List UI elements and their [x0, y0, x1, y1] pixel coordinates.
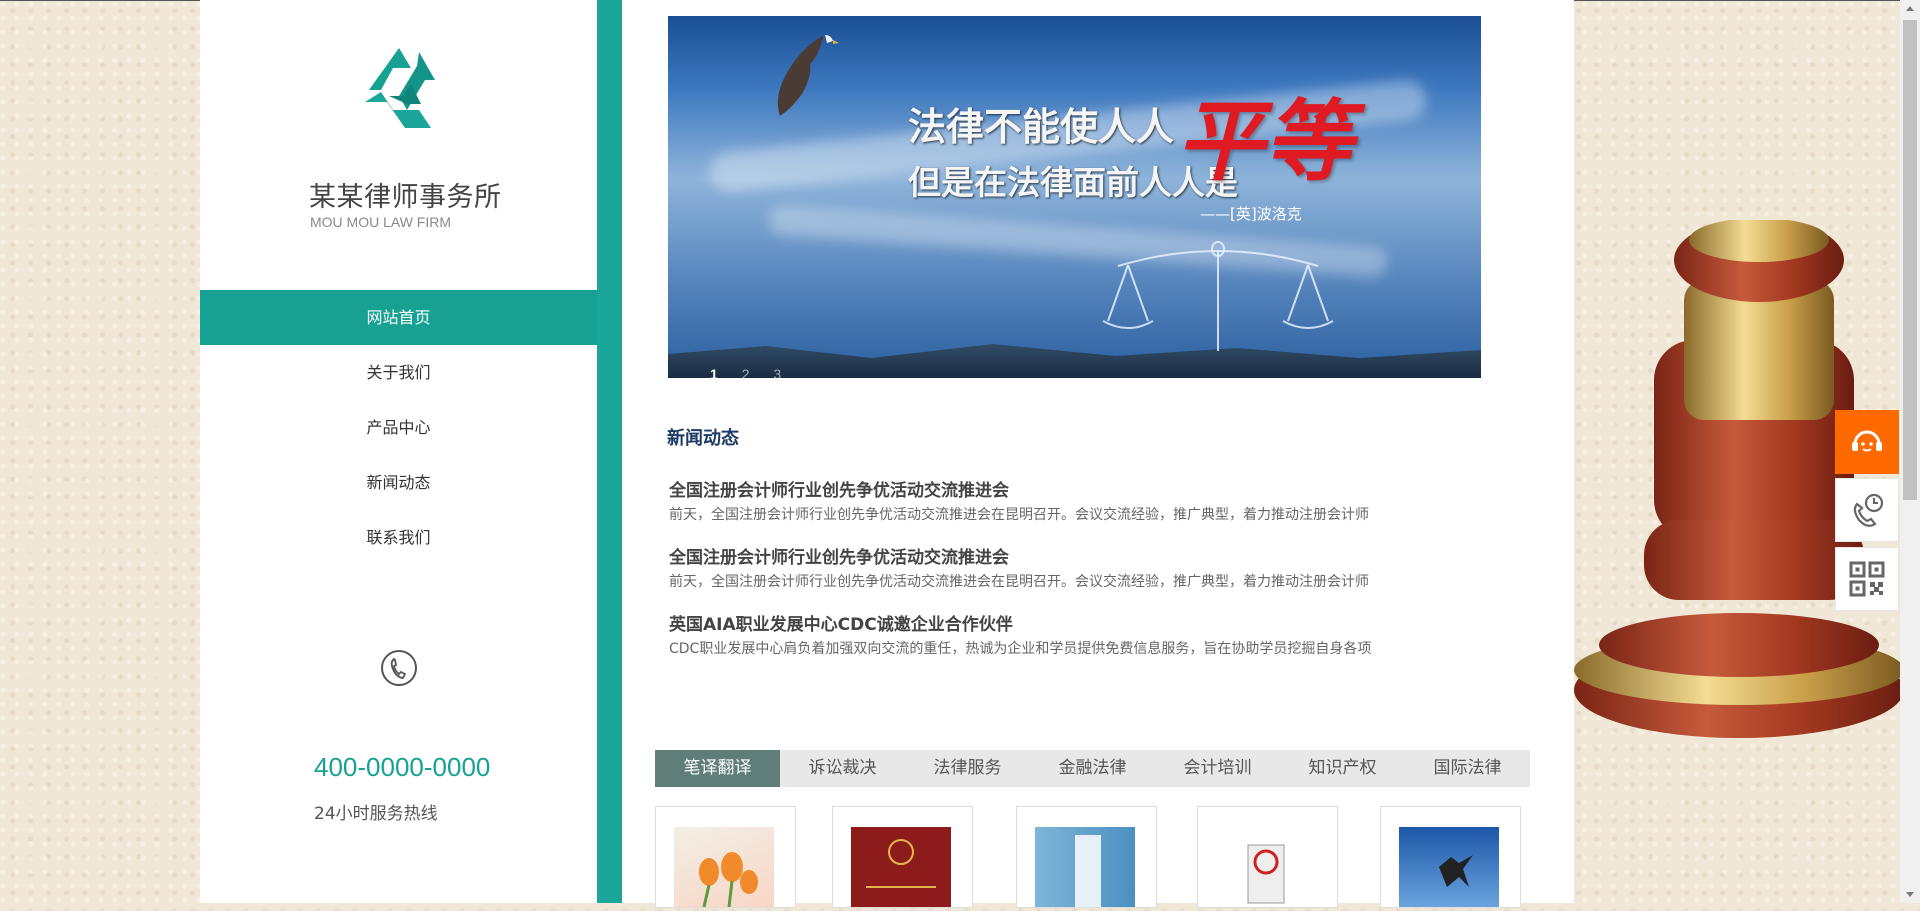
banner-pagination: 1 2 3: [710, 366, 801, 382]
tab-legal-service[interactable]: 法律服务: [905, 750, 1030, 787]
eagle-icon: [777, 35, 839, 116]
customer-service-icon: [1852, 430, 1882, 452]
product-card[interactable]: [1380, 806, 1521, 908]
news-item: 全国注册会计师行业创先争优活动交流推进会 前天，全国注册会计师行业创先争优活动交…: [669, 478, 1429, 545]
news-item-title[interactable]: 英国AIA职业发展中心CDC诚邀企业合作伙伴: [669, 612, 1429, 638]
hero-banner[interactable]: 法律不能使人人 但是在法律面前人人是 平等 ——[英]波洛克: [668, 16, 1481, 378]
brand-name: 某某律师事务所: [309, 182, 502, 213]
scrollbar-thumb[interactable]: [1903, 20, 1917, 500]
main-nav: 网站首页 关于我们 产品中心 新闻动态 联系我们: [200, 290, 597, 565]
online-service-button[interactable]: [1835, 410, 1899, 474]
product-image: [674, 827, 774, 908]
banner-quote-author: ——[英]波洛克: [1200, 205, 1302, 223]
product-card[interactable]: [1197, 806, 1338, 908]
nav-item-home[interactable]: 网站首页: [200, 290, 597, 345]
firm-logo-icon[interactable]: [359, 44, 439, 130]
product-tabs: 笔译翻译 诉讼裁决 法律服务 金融法律 会计培训 知识产权 国际法律: [655, 750, 1530, 787]
news-item-title[interactable]: 全国注册会计师行业创先争优活动交流推进会: [669, 545, 1429, 571]
banner-dot-1[interactable]: 1: [710, 366, 718, 382]
product-card[interactable]: [832, 806, 973, 908]
banner-highlight: 平等: [1176, 89, 1353, 193]
qr-code-icon: [1849, 561, 1885, 597]
tab-intellectual-property[interactable]: 知识产权: [1280, 750, 1405, 787]
news-item-desc: CDC职业发展中心肩负着加强双向交流的重任，热诚为企业和学员提供免费信息服务，旨…: [669, 641, 1372, 657]
news-item-desc: 前天，全国注册会计师行业创先争优活动交流推进会在昆明召开。会议交流经验，推广典型…: [669, 574, 1369, 590]
nav-item-products[interactable]: 产品中心: [200, 400, 597, 455]
product-card[interactable]: [1016, 806, 1157, 908]
tab-translation[interactable]: 笔译翻译: [655, 750, 780, 787]
tab-international-law[interactable]: 国际法律: [1405, 750, 1530, 787]
phone-icon: [381, 650, 417, 686]
product-card[interactable]: [655, 806, 796, 908]
scroll-down-icon[interactable]: [1900, 885, 1920, 903]
news-section-title: 新闻动态: [667, 428, 739, 449]
tab-finance-law[interactable]: 金融法律: [1030, 750, 1155, 787]
sidebar-accent-stripe: [597, 0, 622, 903]
product-image: [1035, 827, 1135, 907]
banner-dot-2[interactable]: 2: [742, 366, 750, 382]
news-item-title[interactable]: 全国注册会计师行业创先争优活动交流推进会: [669, 478, 1429, 504]
nav-item-contact[interactable]: 联系我们: [200, 510, 597, 565]
phone-hours-button[interactable]: [1835, 478, 1899, 542]
brand-english-name: MOU MOU LAW FIRM: [310, 214, 452, 230]
banner-dot-3[interactable]: 3: [773, 366, 781, 382]
product-image: [1399, 827, 1499, 907]
vertical-scrollbar[interactable]: [1900, 0, 1920, 903]
phone-clock-icon: [1853, 493, 1884, 527]
banner-line-1: 法律不能使人人: [908, 105, 1175, 149]
product-grid: [655, 806, 1530, 908]
news-item-desc: 前天，全国注册会计师行业创先争优活动交流推进会在昆明召开。会议交流经验，推广典型…: [669, 507, 1369, 523]
hotline-number: 400-0000-0000: [314, 752, 491, 782]
nav-item-news[interactable]: 新闻动态: [200, 455, 597, 510]
nav-item-about[interactable]: 关于我们: [200, 345, 597, 400]
qr-code-button[interactable]: [1835, 547, 1899, 611]
product-image: [851, 827, 951, 907]
news-item: 全国注册会计师行业创先争优活动交流推进会 前天，全国注册会计师行业创先争优活动交…: [669, 545, 1429, 612]
news-item: 英国AIA职业发展中心CDC诚邀企业合作伙伴 CDC职业发展中心肩负着加强双向交…: [669, 612, 1429, 679]
scroll-up-icon[interactable]: [1900, 0, 1920, 18]
justice-scale-icon: [1102, 241, 1334, 351]
tab-litigation[interactable]: 诉讼裁决: [780, 750, 905, 787]
tab-accounting-training[interactable]: 会计培训: [1155, 750, 1280, 787]
news-list: 全国注册会计师行业创先争优活动交流推进会 前天，全国注册会计师行业创先争优活动交…: [669, 478, 1429, 679]
hotline-caption: 24小时服务热线: [314, 804, 438, 824]
product-image: [1216, 827, 1316, 907]
